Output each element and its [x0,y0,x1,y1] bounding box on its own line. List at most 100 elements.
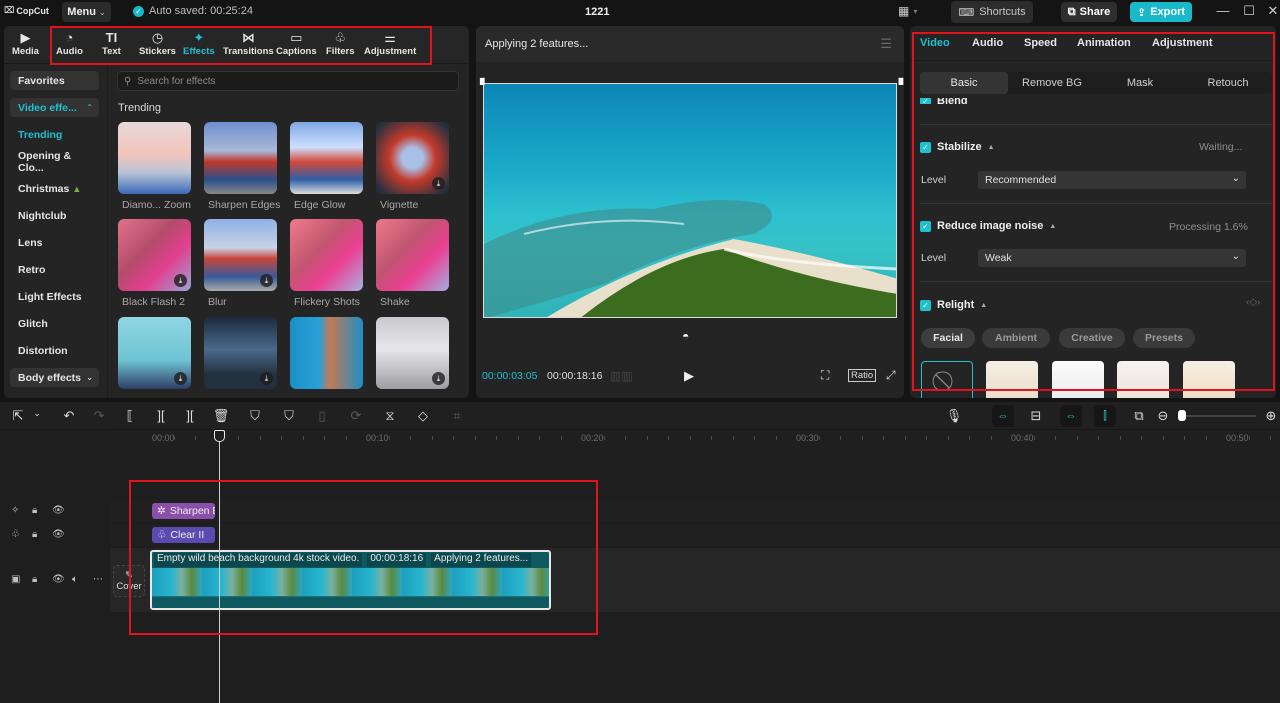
playhead-line[interactable] [219,430,220,703]
stabilize-level-select[interactable]: Recommended ⌄ [978,171,1246,189]
effect-thumb-edge-glow[interactable] [290,122,363,194]
download-icon[interactable]: ⤓ [174,274,187,287]
section-relight[interactable]: ✓ Relight ▲ [920,299,987,311]
relight-preset[interactable] [1183,361,1235,398]
zoom-in-icon[interactable]: ⊕ [1262,408,1280,424]
tab-audio[interactable]: ◔ Audio [56,30,83,57]
effect-thumb-diamond-zoom[interactable] [118,122,191,194]
playhead-handle[interactable] [214,430,225,442]
section-stabilize[interactable]: ✓ Stabilize ▲ [920,141,995,153]
filter-clip-clear[interactable]: ♧ Clear II [152,527,215,543]
maximize-button[interactable]: ☐ [1239,3,1259,19]
effect-thumb-black-flash[interactable]: ⤓ [118,219,191,291]
effect-thumb-flickery-shots[interactable] [290,219,363,291]
category-light-effects[interactable]: Light Effects [10,287,99,306]
split-right-icon[interactable]: ][ [181,408,199,423]
category-opening[interactable]: Opening & Clo... [10,150,99,174]
split-icon[interactable]: ⟦ [121,408,139,424]
main-video-clip[interactable]: Empty wild beach background 4k stock vid… [150,550,551,610]
menu-button[interactable]: Menu ⌄ [62,2,111,22]
tab-media[interactable]: ▶︎ Media [12,30,39,57]
category-favorites[interactable]: Favorites [10,71,99,90]
subtab-mask[interactable]: Mask [1096,72,1184,94]
chevron-down-icon[interactable]: ⌄ [28,408,46,419]
crop-icon[interactable]: ⌗ [448,408,466,424]
subtab-remove-bg[interactable]: Remove BG [1008,72,1096,94]
linkage-icon[interactable]: ⇔ [1060,405,1082,427]
mark-icon[interactable]: ⛉ [246,408,264,424]
effect-thumb-cyberpunk[interactable]: ⤓ [204,317,277,389]
zoom-slider[interactable] [1180,415,1256,417]
download-icon[interactable]: ⤓ [432,177,445,190]
shield-icon[interactable]: ⛉ [280,408,298,424]
speed-gauge-icon[interactable]: ◓ [682,329,689,343]
reverse-icon[interactable]: ⟳ [347,408,365,424]
checkbox-icon[interactable]: ✓ [920,98,931,104]
tab-adjustment[interactable]: ⚌ Adjustment [364,30,416,57]
download-icon[interactable]: ⤓ [260,274,273,287]
crop-handle[interactable]: ▘ [480,78,489,92]
redo-icon[interactable]: ↷ [90,408,108,424]
ratio-button[interactable]: Ratio [848,369,877,382]
checkbox-icon[interactable]: ✓ [920,299,931,311]
effect-thumb-lookalike[interactable] [290,317,363,389]
video-preview[interactable] [483,83,897,318]
split-left-icon[interactable]: ][ [152,408,170,423]
tab-speed[interactable]: Speed [1024,37,1057,49]
pill-facial[interactable]: Facial [921,328,975,348]
noise-level-select[interactable]: Weak ⌄ [978,249,1246,267]
undo-icon[interactable]: ↶ [60,408,78,424]
preview-axis-icon[interactable]: ⫿ [1094,405,1116,427]
tab-adjustment[interactable]: Adjustment [1152,37,1213,49]
download-icon[interactable]: ⤓ [260,372,273,385]
category-lens[interactable]: Lens [10,233,99,252]
zoom-fit-icon[interactable]: ⛶ [821,368,829,383]
pill-ambient[interactable]: Ambient [982,328,1050,348]
relight-preset[interactable] [1052,361,1104,398]
effect-clip-sharpen[interactable]: ✲ Sharpen E [152,503,215,519]
crop-handle[interactable]: ▝ [894,78,903,92]
export-button[interactable]: ⇪ Export [1130,2,1192,22]
effect-thumb-blur[interactable]: ⤓ [204,219,277,291]
freeze-icon[interactable]: ▯ [313,408,331,424]
timeline-preview-icon[interactable]: ⧉ [1130,408,1148,424]
category-christmas[interactable]: Christmas ▲ [10,179,99,198]
category-trending[interactable]: Trending [10,125,99,144]
category-video-effects[interactable]: Video effe... ⌃ [10,98,99,117]
volume-icon[interactable]: 🔈︎ [72,574,78,585]
tab-filters[interactable]: ♧ Filters [326,30,355,57]
tab-video[interactable]: Video [920,37,950,49]
tab-audio[interactable]: Audio [972,37,1003,49]
category-retro[interactable]: Retro [10,260,99,279]
section-reduce-noise[interactable]: ✓ Reduce image noise ▲ [920,220,1056,232]
lock-icon[interactable]: 🔒︎ [32,505,37,516]
fullscreen-icon[interactable]: ⤢ [886,368,896,383]
more-icon[interactable]: ⋯ [93,574,103,585]
zoom-out-icon[interactable]: ⊖ [1154,408,1172,424]
lock-icon[interactable]: 🔒︎ [32,574,37,585]
delete-icon[interactable]: 🗑 [212,408,230,424]
effect-thumb-sharpen-edges[interactable] [204,122,277,194]
rotate-icon[interactable]: ◇ [414,408,432,424]
effect-thumb-black-mo[interactable]: ⤓ [118,317,191,389]
share-button[interactable]: ⧉ Share [1061,2,1117,22]
layout-button[interactable]: ▦ ▾ [898,4,917,18]
main-track-magnet-icon[interactable]: ⇔ [992,405,1014,427]
auto-snap-icon[interactable]: ⊟ [1027,408,1045,424]
eye-icon[interactable]: 👁︎ [52,505,65,516]
eye-icon[interactable]: 👁︎ [52,529,65,540]
tab-captions[interactable]: ▭ Captions [276,30,317,57]
minimize-button[interactable]: — [1213,3,1233,18]
lock-icon[interactable]: 🔒︎ [32,529,37,540]
subtab-retouch[interactable]: Retouch [1184,72,1272,94]
hamburger-menu-icon[interactable]: ☰ [880,36,892,52]
tab-stickers[interactable]: ◷ Stickers [139,30,176,57]
shortcuts-button[interactable]: ⌨ Shortcuts [951,1,1033,23]
tab-effects[interactable]: ✦ Effects [183,30,215,57]
download-icon[interactable]: ⤓ [174,372,187,385]
category-body-effects[interactable]: Body effects ⌄ [10,368,99,387]
effect-thumb-snowflake[interactable]: ⤓ [376,317,449,389]
effects-search-input[interactable]: ⚲ Search for effects [117,71,459,91]
tab-transitions[interactable]: ⋈ Transitions [223,30,274,57]
pill-presets[interactable]: Presets [1133,328,1195,348]
